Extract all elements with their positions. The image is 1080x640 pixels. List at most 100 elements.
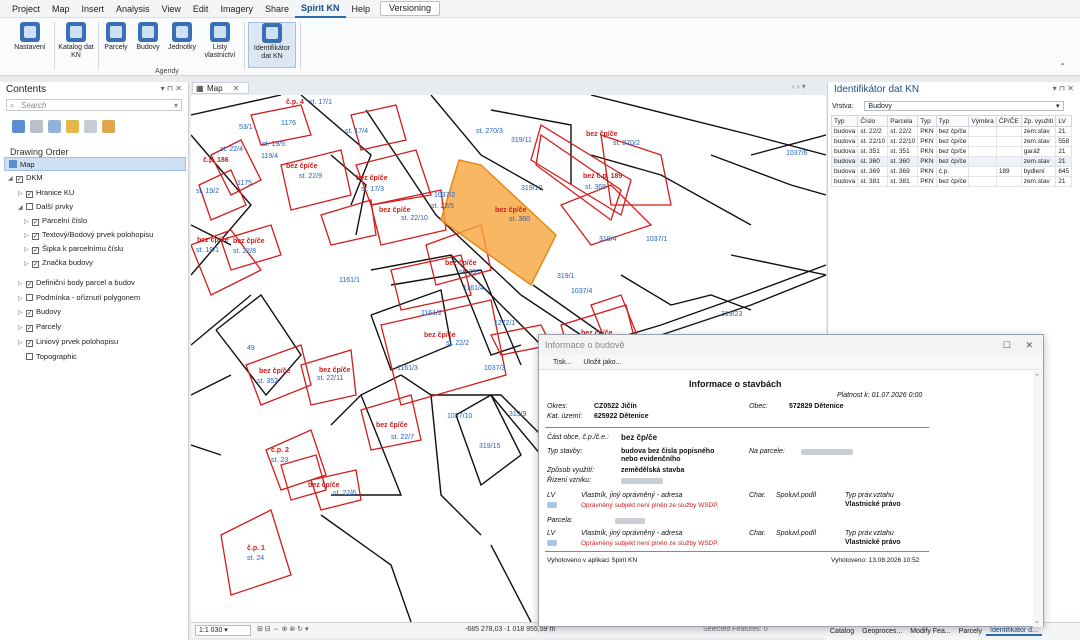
jednotky-button[interactable]: Jednotky (162, 22, 202, 52)
katalog-button[interactable]: Katalog dat KN (56, 22, 96, 60)
tree-item-znacka-budovy[interactable]: ▷ ✓ Značka budovy (24, 256, 93, 270)
list-by-labeling-icon[interactable] (102, 119, 115, 133)
checkbox[interactable]: ✓ (32, 219, 39, 226)
versioning-tab[interactable]: Versioning (380, 1, 441, 16)
tab-catalog[interactable]: Catalog (826, 628, 858, 635)
tree-item-sipka[interactable]: ▷ ✓ Šipka k parcelnímu číslu (24, 242, 123, 256)
tree-item-podminka[interactable]: ▷ Podmínka - oříznutí polygonem (18, 291, 140, 305)
checkbox[interactable]: ✓ (26, 310, 33, 317)
close-icon[interactable]: ✕ (233, 84, 240, 93)
tree-item-budovy[interactable]: ▷ ✓ Budovy (18, 305, 61, 319)
tree-item-definicni-body[interactable]: ▷ ✓ Definiční body parcel a budov (18, 276, 135, 290)
tab-identifikator[interactable]: Identifikátor d... (986, 627, 1042, 636)
collapse-ribbon-icon[interactable]: ⌃ (1059, 62, 1066, 71)
checkbox[interactable]: ✓ (26, 191, 33, 198)
menu-edit[interactable]: Edit (187, 0, 215, 18)
print-button[interactable]: Tisk... (553, 359, 571, 366)
list-by-data-source-icon[interactable] (30, 119, 43, 133)
column-header[interactable]: Číslo (857, 115, 889, 127)
checkbox[interactable]: ✓ (26, 281, 33, 288)
column-header[interactable]: Typ (935, 115, 970, 127)
maximize-icon[interactable]: ☐ (1003, 335, 1011, 355)
list-by-snapping-icon[interactable] (84, 119, 97, 133)
list-by-drawing-order-icon[interactable] (12, 119, 25, 133)
scroll-down-icon[interactable]: ⌄ (1034, 617, 1040, 625)
table-row[interactable]: budova st. 369 st. 369 PKN č.p. 189 bydlení 645 (830, 166, 1073, 177)
tree-item-liniovy-prvek[interactable]: ▷ ✓ Liniový prvek polohopisu (18, 335, 118, 349)
table-row[interactable]: budova st. 381 st. 381 PKN bez čp/če zem.stav… (830, 176, 1073, 187)
list-by-selection-icon[interactable] (48, 119, 61, 133)
listy-button[interactable]: Listy vlastnictví (200, 22, 240, 60)
tab-scroll-arrows-icon[interactable]: ‹ › ▾ (792, 82, 806, 91)
menu-analysis[interactable]: Analysis (110, 0, 156, 18)
layer-dropdown[interactable]: Budovy ▾ (863, 101, 1064, 111)
save-as-button[interactable]: Uložit jako... (583, 359, 621, 366)
menu-help[interactable]: Help (346, 0, 377, 18)
menu-share[interactable]: Share (259, 0, 295, 18)
tree-item-parcelni-cislo[interactable]: ▷ ✓ Parcelní číslo (24, 214, 87, 228)
expand-icon[interactable]: ▷ (18, 321, 26, 335)
checkbox[interactable]: ✓ (16, 176, 23, 183)
tree-item-dalsi-prvky[interactable]: ◢ Další prvky (18, 200, 73, 214)
menu-map[interactable]: Map (46, 0, 76, 18)
expand-icon[interactable]: ▷ (18, 277, 26, 291)
tree-item-dkm[interactable]: ◢ ✓ DKM (8, 171, 43, 185)
column-header[interactable]: ČP/ČE (995, 115, 1022, 127)
pane-controls-icon[interactable]: ▾ ⊓ ✕ (161, 84, 182, 95)
scale-selector[interactable]: 1:1 030 ▾ (195, 625, 251, 636)
dialog-titlebar[interactable]: Informace o budově ☐ ✕ (539, 335, 1043, 355)
checkbox[interactable]: ✓ (32, 261, 39, 268)
identifikator-button[interactable]: Identifikátor dat KN (248, 22, 296, 68)
tab-parcely[interactable]: Parcely (955, 628, 986, 635)
column-header[interactable]: LV (1055, 115, 1073, 127)
search-input[interactable]: ⌕ Search ▾ (6, 99, 182, 111)
nastaveni-button[interactable]: Nastavení (10, 22, 50, 52)
close-icon[interactable]: ✕ (1025, 335, 1033, 355)
menu-imagery[interactable]: Imagery (214, 0, 259, 18)
checkbox[interactable]: ✓ (32, 233, 39, 240)
navigation-tools-icon[interactable]: ⊞ ⊟ ⇔ ⊕ ⊗ ↻ ▾ (257, 625, 309, 633)
expand-icon[interactable]: ▷ (24, 257, 32, 271)
tree-item-hranice-ku[interactable]: ▷ ✓ Hranice KU (18, 186, 74, 200)
expand-icon[interactable]: ▷ (18, 292, 26, 306)
checkbox[interactable]: ✓ (26, 340, 33, 347)
column-header[interactable]: Parcela (887, 115, 919, 127)
expand-icon[interactable]: ◢ (18, 201, 26, 215)
expand-icon[interactable]: ▷ (18, 336, 26, 350)
list-by-editing-icon[interactable] (66, 119, 79, 133)
scroll-up-icon[interactable]: ⌃ (1034, 373, 1040, 381)
menu-project[interactable]: Project (6, 0, 46, 18)
expand-icon[interactable]: ▷ (18, 187, 26, 201)
expand-icon[interactable]: ◢ (8, 172, 16, 186)
tab-map[interactable]: ▦ Map ✕ (192, 82, 249, 94)
menu-view[interactable]: View (156, 0, 187, 18)
checkbox[interactable] (26, 294, 33, 301)
expand-icon[interactable]: ▷ (24, 243, 32, 257)
table-row[interactable]: budova st. 22/10 st. 22/10 PKN bez čp/če zem.… (830, 136, 1073, 147)
tree-item-map[interactable]: Map (4, 157, 186, 171)
column-header[interactable]: Typ (917, 115, 937, 127)
menu-insert[interactable]: Insert (76, 0, 111, 18)
expand-icon[interactable]: ▷ (18, 306, 26, 320)
column-header[interactable]: Typ (830, 115, 859, 127)
column-header[interactable]: Výměra (968, 115, 997, 127)
checkbox[interactable] (26, 203, 33, 210)
filter-icon[interactable]: ▾ (174, 100, 178, 111)
tab-geoprocessing[interactable]: Geoproces... (858, 628, 906, 635)
tree-item-parcely[interactable]: ▷ ✓ Parcely (18, 320, 61, 334)
column-header[interactable]: Zp. využití (1020, 115, 1057, 127)
checkbox[interactable]: ✓ (26, 325, 33, 332)
menu-spirit-kn[interactable]: Spirit KN (294, 0, 346, 18)
tab-modify-features[interactable]: Modify Fea... (906, 628, 954, 635)
checkbox[interactable] (26, 353, 33, 360)
table-row[interactable]: budova st. 22/2 st. 22/2 PKN bez čp/če zem.st… (830, 126, 1073, 137)
table-row[interactable]: budova st. 360 st. 360 PKN bez čp/če zem.stav… (830, 156, 1073, 167)
table-row[interactable]: budova st. 351 st. 351 PKN bez čp/če garáž 21 (830, 146, 1073, 157)
expand-icon[interactable]: ▷ (24, 215, 32, 229)
pane-controls-icon[interactable]: ▾ ⊓ ✕ (1053, 84, 1074, 95)
tree-item-topographic[interactable]: Topographic (18, 350, 77, 364)
tree-item-textovy-prvek[interactable]: ▷ ✓ Textový/Bodový prvek polohopisu (24, 228, 153, 242)
expand-icon[interactable]: ▷ (24, 229, 32, 243)
dialog-scrollbar[interactable]: ⌃ ⌄ (1033, 371, 1043, 627)
checkbox[interactable]: ✓ (32, 247, 39, 254)
